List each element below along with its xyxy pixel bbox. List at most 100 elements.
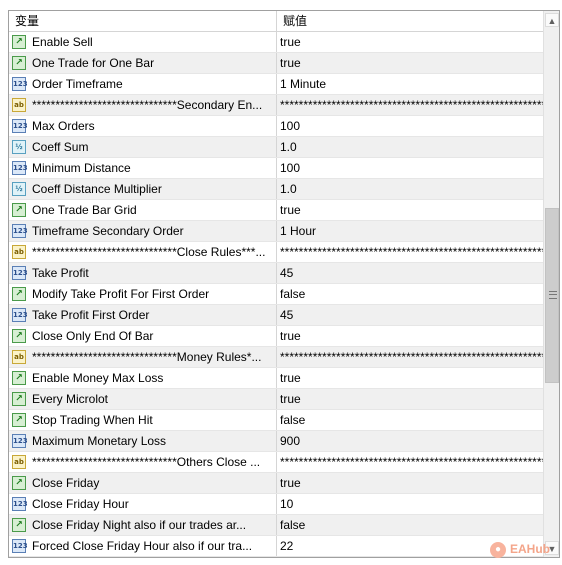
value-cell[interactable]: ****************************************… bbox=[277, 95, 543, 115]
variable-cell[interactable]: 123 Minimum Distance bbox=[9, 158, 277, 178]
variable-name: *******************************Money Rul… bbox=[32, 350, 262, 364]
scroll-up-arrow-icon[interactable]: ▲ bbox=[545, 13, 559, 27]
variable-cell[interactable]: ↗ Close Friday bbox=[9, 473, 277, 493]
value-cell[interactable]: ****************************************… bbox=[277, 242, 543, 262]
variable-cell[interactable]: ↗ Enable Sell bbox=[9, 32, 277, 52]
variable-name: Close Friday Hour bbox=[32, 497, 129, 511]
table-row[interactable]: ↗ One Trade Bar Grid true bbox=[9, 200, 543, 221]
bool-type-icon: ↗ bbox=[12, 476, 26, 490]
value-cell[interactable]: true bbox=[277, 368, 543, 388]
table-row[interactable]: ab *******************************Money R… bbox=[9, 347, 543, 368]
table-row[interactable]: 123 Take Profit First Order 45 bbox=[9, 305, 543, 326]
variable-cell[interactable]: 123 Order Timeframe bbox=[9, 74, 277, 94]
table-row[interactable]: ↗ Enable Money Max Loss true bbox=[9, 368, 543, 389]
table-row[interactable]: 123 Max Orders 100 bbox=[9, 116, 543, 137]
integer-type-icon: 123 bbox=[12, 119, 28, 133]
value-cell[interactable]: 100 bbox=[277, 116, 543, 136]
value-cell[interactable]: false bbox=[277, 515, 543, 535]
value-cell[interactable]: 10 bbox=[277, 494, 543, 514]
bool-type-icon: ↗ bbox=[12, 287, 26, 301]
variable-name: Forced Close Friday Hour also if our tra… bbox=[32, 539, 253, 553]
variable-cell[interactable]: ↗ Close Friday Night also if our trades a… bbox=[9, 515, 277, 535]
variable-cell[interactable]: ab *******************************Others … bbox=[9, 452, 277, 472]
value-cell[interactable]: 1.0 bbox=[277, 137, 543, 157]
value-cell[interactable]: true bbox=[277, 32, 543, 52]
table-row[interactable]: ↗ Every Microlot true bbox=[9, 389, 543, 410]
variable-cell[interactable]: 123 Maximum Monetary Loss bbox=[9, 431, 277, 451]
variable-cell[interactable]: 123 Close Friday Hour bbox=[9, 494, 277, 514]
integer-type-icon: 123 bbox=[12, 539, 28, 553]
integer-type-icon: 123 bbox=[12, 266, 28, 280]
column-header-value[interactable]: 赋值 bbox=[277, 11, 543, 31]
scrollbar-thumb[interactable] bbox=[545, 208, 559, 383]
variable-cell[interactable]: ↗ Modify Take Profit For First Order bbox=[9, 284, 277, 304]
column-header-variable[interactable]: 变量 bbox=[9, 11, 277, 31]
table-row[interactable]: 123 Maximum Monetary Loss 900 bbox=[9, 431, 543, 452]
value-cell[interactable]: false bbox=[277, 284, 543, 304]
value-cell[interactable]: true bbox=[277, 389, 543, 409]
value-cell[interactable]: 100 bbox=[277, 158, 543, 178]
value-cell[interactable]: ****************************************… bbox=[277, 347, 543, 367]
grip-icon bbox=[549, 291, 557, 299]
table-row[interactable]: 123 Timeframe Secondary Order 1 Hour bbox=[9, 221, 543, 242]
table-row[interactable]: 123 Close Friday Hour 10 bbox=[9, 494, 543, 515]
integer-type-icon: 123 bbox=[12, 308, 28, 322]
table-row[interactable]: ↗ Modify Take Profit For First Order false bbox=[9, 284, 543, 305]
variable-cell[interactable]: ↗ Enable Money Max Loss bbox=[9, 368, 277, 388]
double-type-icon: ½ bbox=[12, 140, 26, 154]
variable-cell[interactable]: 123 Take Profit First Order bbox=[9, 305, 277, 325]
table-row[interactable]: ↗ Enable Sell true bbox=[9, 32, 543, 53]
variable-cell[interactable]: ab *******************************Seconda… bbox=[9, 95, 277, 115]
table-row[interactable]: ½ Coeff Sum 1.0 bbox=[9, 137, 543, 158]
variable-cell[interactable]: ab *******************************Money R… bbox=[9, 347, 277, 367]
value-cell[interactable]: 1 Hour bbox=[277, 221, 543, 241]
value-cell[interactable]: true bbox=[277, 200, 543, 220]
variable-cell[interactable]: ½ Coeff Sum bbox=[9, 137, 277, 157]
table-row[interactable]: ↗ Close Friday Night also if our trades a… bbox=[9, 515, 543, 536]
table-row[interactable]: 123 Take Profit 45 bbox=[9, 263, 543, 284]
variable-name: Close Only End Of Bar bbox=[32, 329, 154, 343]
variable-cell[interactable]: ↗ One Trade Bar Grid bbox=[9, 200, 277, 220]
vertical-scrollbar[interactable]: ▲ ▼ bbox=[543, 11, 559, 557]
variable-cell[interactable]: 123 Timeframe Secondary Order bbox=[9, 221, 277, 241]
table-row[interactable]: ab *******************************Others … bbox=[9, 452, 543, 473]
table-row[interactable]: ½ Coeff Distance Multiplier 1.0 bbox=[9, 179, 543, 200]
parameter-rows: ↗ Enable Sell true ↗ One Trade for One Bar tr… bbox=[9, 32, 543, 557]
value-cell[interactable]: 1 Minute bbox=[277, 74, 543, 94]
value-cell[interactable]: true bbox=[277, 326, 543, 346]
value-cell[interactable]: 900 bbox=[277, 431, 543, 451]
value-cell[interactable]: false bbox=[277, 410, 543, 430]
variable-cell[interactable]: 123 Forced Close Friday Hour also if our … bbox=[9, 536, 277, 556]
variable-cell[interactable]: ↗ Every Microlot bbox=[9, 389, 277, 409]
table-row[interactable]: ↗ Stop Trading When Hit false bbox=[9, 410, 543, 431]
variable-name: *******************************Close Rul… bbox=[32, 245, 266, 259]
variable-cell[interactable]: ↗ Stop Trading When Hit bbox=[9, 410, 277, 430]
table-row[interactable]: ↗ Close Only End Of Bar true bbox=[9, 326, 543, 347]
value-cell[interactable]: 1.0 bbox=[277, 179, 543, 199]
variable-cell[interactable]: ↗ Close Only End Of Bar bbox=[9, 326, 277, 346]
value-cell[interactable]: ****************************************… bbox=[277, 452, 543, 472]
variable-name: Take Profit First Order bbox=[32, 308, 150, 322]
double-type-icon: ½ bbox=[12, 182, 26, 196]
table-row[interactable]: 123 Minimum Distance 100 bbox=[9, 158, 543, 179]
value-cell[interactable]: 45 bbox=[277, 305, 543, 325]
table-row[interactable]: 123 Order Timeframe 1 Minute bbox=[9, 74, 543, 95]
table-row[interactable]: ab *******************************Close R… bbox=[9, 242, 543, 263]
variable-cell[interactable]: ↗ One Trade for One Bar bbox=[9, 53, 277, 73]
variable-cell[interactable]: 123 Take Profit bbox=[9, 263, 277, 283]
table-row[interactable]: ↗ One Trade for One Bar true bbox=[9, 53, 543, 74]
variable-cell[interactable]: ½ Coeff Distance Multiplier bbox=[9, 179, 277, 199]
variable-name: Close Friday bbox=[32, 476, 100, 490]
table-row[interactable]: ↗ Close Friday true bbox=[9, 473, 543, 494]
integer-type-icon: 123 bbox=[12, 497, 28, 511]
table-row[interactable]: 123 Forced Close Friday Hour also if our … bbox=[9, 536, 543, 557]
bool-type-icon: ↗ bbox=[12, 203, 26, 217]
variable-cell[interactable]: 123 Max Orders bbox=[9, 116, 277, 136]
table-row[interactable]: ab *******************************Seconda… bbox=[9, 95, 543, 116]
value-cell[interactable]: true bbox=[277, 53, 543, 73]
variable-cell[interactable]: ab *******************************Close R… bbox=[9, 242, 277, 262]
variable-name: Maximum Monetary Loss bbox=[32, 434, 167, 448]
bool-type-icon: ↗ bbox=[12, 35, 26, 49]
value-cell[interactable]: 45 bbox=[277, 263, 543, 283]
value-cell[interactable]: true bbox=[277, 473, 543, 493]
